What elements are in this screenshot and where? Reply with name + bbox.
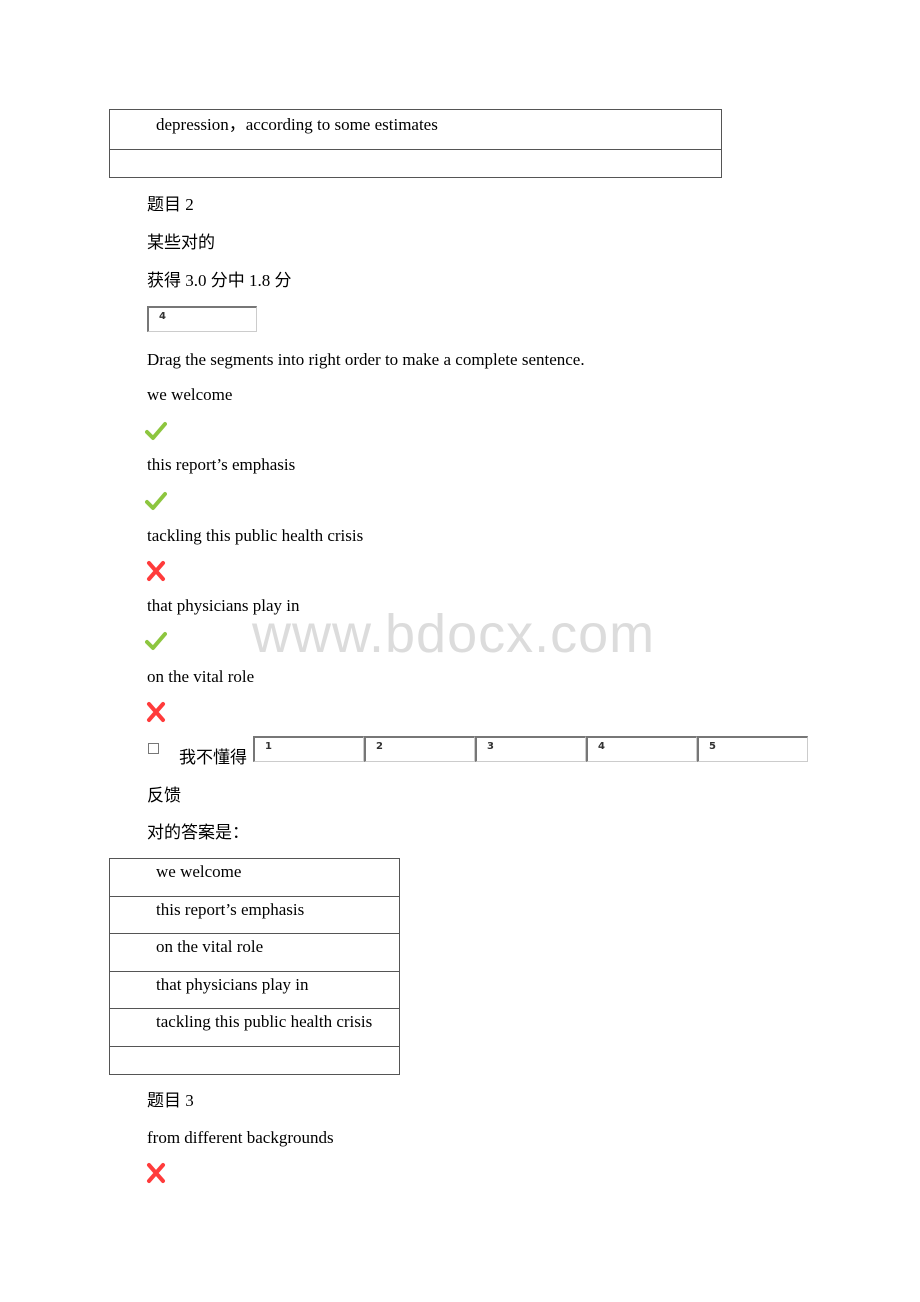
cross-icon	[147, 1163, 165, 1183]
table-row	[110, 1047, 399, 1074]
question-title: 题目 3	[147, 1091, 194, 1110]
order-input-1[interactable]: 1	[253, 736, 364, 762]
order-input-4[interactable]: 4	[586, 736, 697, 762]
feedback-label: 反馈	[147, 786, 181, 805]
order-input-5[interactable]: 5	[697, 736, 808, 762]
dont-know-checkbox[interactable]	[148, 743, 159, 754]
segment-text: this report’s emphasis	[147, 455, 296, 474]
table-row: tackling this public health crisis	[110, 1009, 399, 1047]
segment-text: from different backgrounds	[147, 1128, 334, 1147]
check-icon	[145, 422, 167, 440]
table-row: on the vital role	[110, 934, 399, 972]
table-row: that physicians play in	[110, 972, 399, 1009]
question-instruction: Drag the segments into right order to ma…	[147, 350, 585, 369]
question-status: 某些对的	[147, 233, 215, 252]
cross-icon	[147, 702, 165, 722]
question-score: 获得 3.0 分中 1.8 分	[147, 271, 292, 290]
check-icon	[145, 632, 167, 650]
table-row	[110, 150, 721, 177]
score-input[interactable]: 4	[147, 306, 257, 332]
table-row: this report’s emphasis	[110, 897, 399, 934]
watermark: www.bdocx.com	[252, 604, 656, 664]
order-input-2[interactable]: 2	[364, 736, 475, 762]
table-row: depression，according to some estimates	[110, 110, 721, 150]
segment-text: tackling this public health crisis	[147, 526, 364, 545]
cross-icon	[147, 561, 165, 581]
segment-text: on the vital role	[147, 667, 255, 686]
order-input-3[interactable]: 3	[475, 736, 586, 762]
previous-answer-table: depression，according to some estimates	[109, 109, 722, 178]
order-inputs: 1 2 3 4 5	[253, 736, 808, 762]
table-row: we welcome	[110, 859, 399, 897]
segment-text: we welcome	[147, 385, 233, 404]
correct-answer-table: we welcome this report’s emphasis on the…	[109, 858, 400, 1075]
question-title: 题目 2	[147, 195, 194, 214]
check-icon	[145, 492, 167, 510]
dont-know-label: 我不懂得	[179, 748, 247, 767]
correct-answer-label: 对的答案是：	[147, 823, 249, 842]
